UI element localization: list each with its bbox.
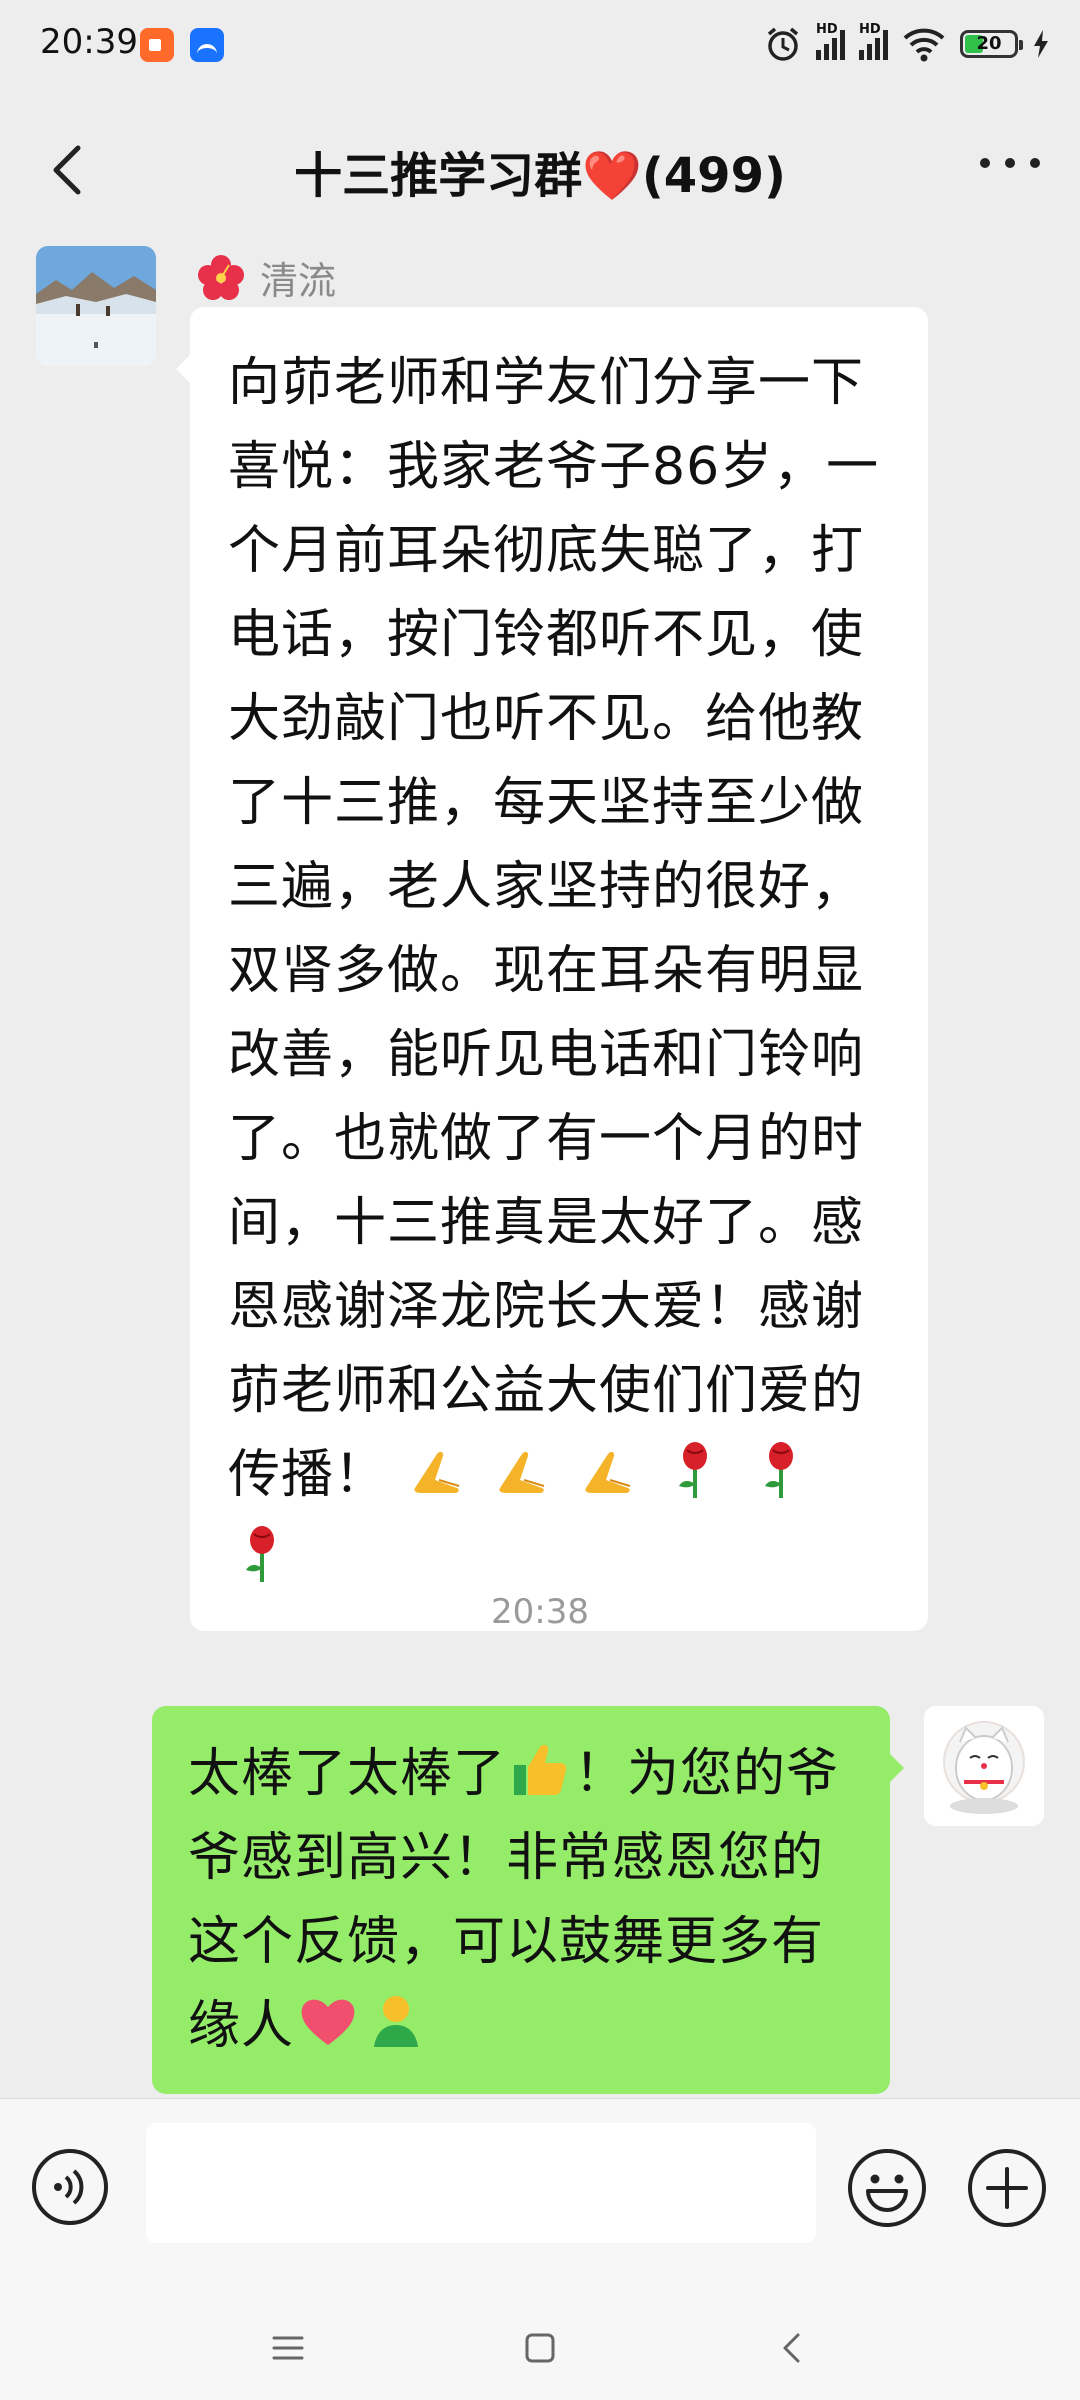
my-avatar[interactable] xyxy=(924,1706,1044,1826)
charging-icon xyxy=(1034,30,1048,58)
video-app-icon xyxy=(140,28,174,62)
cloud-app-icon xyxy=(190,28,224,62)
system-nav-bar xyxy=(0,2290,1080,2400)
signal-1-label: HD xyxy=(816,22,838,37)
group-title: 十三推学习群❤️(499) xyxy=(294,148,786,204)
signal-1-icon: HD xyxy=(816,22,845,60)
person-icon xyxy=(374,1996,419,2047)
status-bar: 20:39 HD HD 20 xyxy=(0,0,1080,90)
incoming-message-bubble[interactable]: 向茆老师和学友们分享一下喜悦：我家老爷子86岁，一个月前耳朵彻底失聪了，打电话，… xyxy=(176,307,928,1631)
sender-avatar[interactable] xyxy=(36,246,156,366)
signal-2-label: HD xyxy=(859,22,881,37)
recent-apps-button[interactable] xyxy=(258,2318,318,2378)
home-button[interactable] xyxy=(510,2318,570,2378)
status-time: 20:39 xyxy=(40,22,138,62)
dot-icon xyxy=(1030,158,1040,168)
sender-name-label: 清流 xyxy=(260,259,337,303)
praying-hands-icon xyxy=(499,1451,545,1493)
rose-icon xyxy=(679,1442,708,1498)
sender-name: 清流 xyxy=(196,250,336,305)
praying-hands-icon xyxy=(413,1451,459,1493)
battery-level: 20 xyxy=(976,33,1002,54)
dot-icon xyxy=(980,158,990,168)
rose-icon xyxy=(246,1526,274,1582)
hibiscus-icon xyxy=(198,254,244,300)
message-text-part1: 太棒了太棒了 xyxy=(188,1744,507,1804)
outgoing-message-bubble[interactable]: 太棒了太棒了 ！为您的爷爷感到高兴！非常感恩您的这个反馈，可以鼓舞更多有缘人 xyxy=(152,1706,904,2094)
praying-hands-icon xyxy=(584,1451,630,1493)
chat-header: 十三推学习群❤️(499) xyxy=(0,100,1080,240)
message-text: 向茆老师和学友们分享一下喜悦：我家老爷子86岁，一个月前耳朵彻底失聪了，打电话，… xyxy=(228,353,880,1505)
battery-icon: 20 xyxy=(960,30,1023,58)
heart-icon xyxy=(301,1999,355,2045)
signal-2-icon: HD xyxy=(859,22,888,60)
thumbs-up-icon xyxy=(514,1744,567,1795)
nav-back-button[interactable] xyxy=(762,2318,822,2378)
wifi-icon xyxy=(903,28,945,62)
message-timestamp: 20:38 xyxy=(491,1592,589,1632)
input-bar xyxy=(0,2098,1080,2291)
dot-icon xyxy=(1005,158,1015,168)
lucky-cat-image xyxy=(924,1706,1044,1826)
more-options-button[interactable] xyxy=(980,158,1040,178)
voice-input-button[interactable] xyxy=(30,2147,110,2227)
status-icons: HD HD 20 xyxy=(764,22,1050,66)
alarm-icon xyxy=(767,27,799,61)
back-button[interactable] xyxy=(40,140,100,200)
rose-icon xyxy=(764,1442,793,1498)
snow-landscape-image xyxy=(36,246,156,366)
more-actions-button[interactable] xyxy=(966,2147,1048,2229)
emoji-button[interactable] xyxy=(846,2147,928,2229)
message-input[interactable] xyxy=(146,2123,816,2243)
